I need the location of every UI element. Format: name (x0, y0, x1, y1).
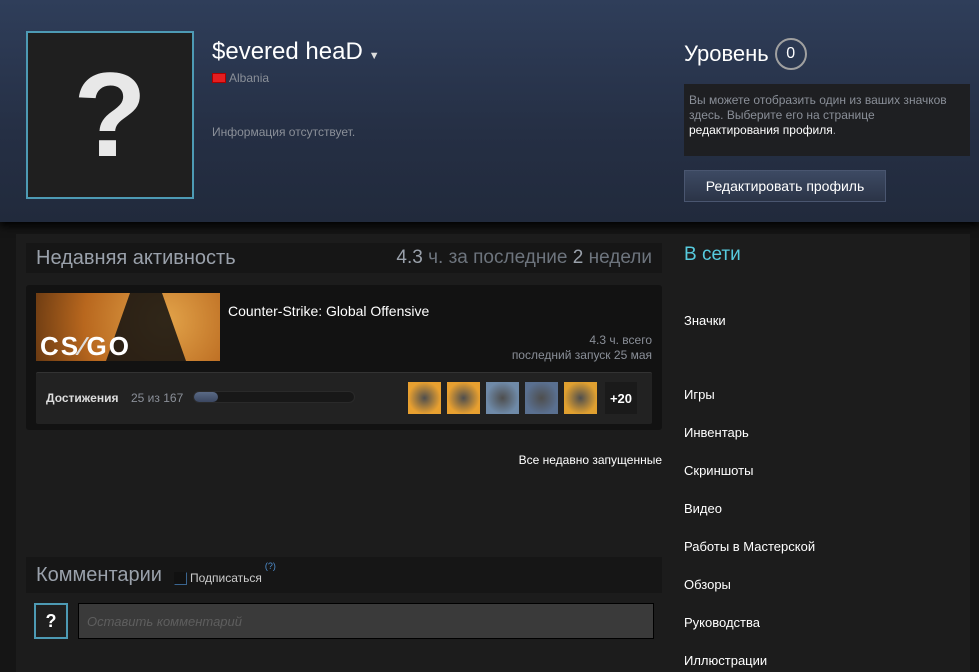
avatar-placeholder-icon: ? (73, 48, 147, 182)
comments-header: Комментарии Подписаться (?) (26, 557, 662, 593)
badge-box-period: . (832, 123, 837, 137)
csgo-logo: CS∕GO (40, 331, 131, 361)
profile-link[interactable]: Обзоры (684, 577, 731, 592)
profile-link[interactable]: Игры (684, 387, 715, 402)
profile-link[interactable]: Инвентарь (684, 425, 749, 440)
achievement-icons: +20 (408, 382, 637, 414)
game-total-hours: 4.3 ч. всего (589, 333, 652, 347)
country-name: Albania (229, 71, 270, 85)
profile-link[interactable]: Иллюстрации (684, 653, 767, 668)
comments-title: Комментарии (36, 563, 162, 586)
profile-header: ? $evered heaD ▼ Albania Информация отсут… (0, 0, 979, 222)
recent-hours: 4.3 (396, 247, 423, 268)
profile-location: Albania (212, 71, 269, 85)
persona-name: $evered heaD (212, 38, 363, 65)
persona-name-dropdown[interactable]: $evered heaD ▼ (212, 38, 380, 66)
achievement-icon[interactable] (564, 382, 597, 414)
commenter-avatar: ? (34, 603, 68, 639)
help-link[interactable]: (?) (265, 561, 276, 571)
achievements-bar: Достижения 25 из 167 +20 (36, 372, 652, 424)
online-status: В сети (684, 244, 741, 265)
caret-down-icon: ▼ (368, 50, 380, 62)
badge-box-text: Вы можете отобразить один из ваших значк… (689, 93, 947, 122)
achievement-icon[interactable] (486, 382, 519, 414)
profile-level: Уровень 0 (684, 38, 807, 70)
game-last-played: последний запуск 25 мая (511, 348, 652, 362)
avatar: ? (26, 31, 194, 199)
edit-profile-link[interactable]: редактирования профиля (689, 123, 833, 137)
profile-link[interactable]: Руководства (684, 615, 760, 630)
profile-link[interactable]: Значки (684, 313, 726, 328)
achievements-progress (193, 391, 355, 403)
achievement-icon[interactable] (525, 382, 558, 414)
subscribe-checkbox[interactable]: Подписаться (?) (173, 561, 276, 585)
achievements-label[interactable]: Достижения (46, 391, 118, 405)
profile-link[interactable]: Видео (684, 501, 722, 516)
recent-activity-header: Недавняя активность 4.3 ч. за последние … (26, 243, 662, 273)
achievements-progress-fill (194, 392, 218, 402)
game-name-link[interactable]: Counter-Strike: Global Offensive (228, 303, 429, 319)
all-recent-games-link[interactable]: Все недавно запущенные (519, 453, 662, 467)
recent-playtime: 4.3 ч. за последние 2 недели (396, 247, 652, 269)
edit-profile-button[interactable]: Редактировать профиль (684, 170, 886, 202)
achievements-count: 25 из 167 (131, 391, 184, 405)
level-badge[interactable]: 0 (774, 38, 807, 70)
profile-link[interactable]: Скриншоты (684, 463, 753, 478)
level-label: Уровень (684, 41, 769, 66)
recent-hours-text: ч. за последние (422, 247, 573, 268)
checkbox-icon[interactable] (173, 571, 187, 585)
recent-activity-title: Недавняя активность (36, 246, 236, 269)
recent-weeks: 2 (572, 247, 584, 268)
achievement-icon[interactable] (447, 382, 480, 414)
profile-summary: Информация отсутствует. (212, 125, 356, 139)
profile-link[interactable]: Работы в Мастерской (684, 539, 815, 554)
recent-game-item: CS∕GO Counter-Strike: Global Offensive 4… (26, 285, 662, 430)
featured-badge-box: Вы можете отобразить один из ваших значк… (684, 84, 970, 156)
game-capsule[interactable]: CS∕GO (36, 293, 220, 361)
achievement-icon[interactable] (408, 382, 441, 414)
more-achievements-button[interactable]: +20 (605, 382, 637, 414)
subscribe-label: Подписаться (189, 571, 262, 585)
game-hours: 4.3 ч. всего последний запуск 25 мая (512, 333, 652, 363)
recent-weeks-text: недели (583, 247, 652, 268)
albania-flag-icon (212, 73, 226, 83)
comment-input[interactable] (78, 603, 654, 639)
